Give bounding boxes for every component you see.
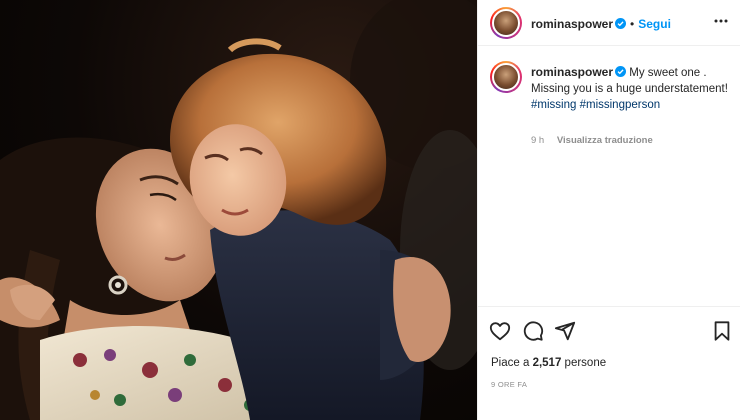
hashtag-link[interactable]: #missing	[531, 99, 576, 111]
header-user-line: rominaspower • Segui	[531, 15, 671, 33]
translate-button[interactable]: Visualizza traduzione	[557, 135, 653, 146]
comment-icon[interactable]	[522, 320, 544, 342]
post-sidebar: rominaspower • Segui rominaspower My sweet…	[477, 0, 740, 420]
post-actions: Piace a 2,517 persone 9 ORE FA	[478, 306, 740, 420]
caption-time: 9 h	[531, 135, 545, 146]
caption-username-link[interactable]: rominaspower	[531, 65, 613, 79]
likes-suffix: persone	[564, 357, 607, 369]
caption-text: rominaspower My sweet one . Missing you …	[531, 64, 731, 113]
caption-avatar[interactable]	[490, 61, 522, 93]
more-options-icon[interactable]	[713, 13, 729, 29]
verified-badge-icon	[615, 66, 627, 77]
caption-meta: 9 h Visualizza traduzione	[531, 135, 653, 146]
likes-prefix: Piace a	[491, 357, 530, 369]
post-photo[interactable]	[0, 0, 477, 420]
likes-count[interactable]: Piace a 2,517 persone	[491, 357, 606, 369]
bookmark-icon[interactable]	[711, 320, 733, 342]
separator-dot: •	[630, 17, 635, 31]
follow-button[interactable]: Segui	[638, 17, 671, 31]
photo-illustration	[0, 0, 477, 420]
verified-badge-icon	[615, 18, 627, 29]
username-link[interactable]: rominaspower	[531, 17, 613, 31]
hashtag-link[interactable]: #missingperson	[580, 99, 661, 111]
share-icon[interactable]	[554, 320, 576, 342]
post-header: rominaspower • Segui	[478, 0, 740, 46]
likes-number: 2,517	[532, 357, 562, 369]
avatar[interactable]	[490, 7, 522, 39]
heart-icon[interactable]	[489, 320, 511, 342]
post-timestamp[interactable]: 9 ORE FA	[491, 380, 527, 389]
